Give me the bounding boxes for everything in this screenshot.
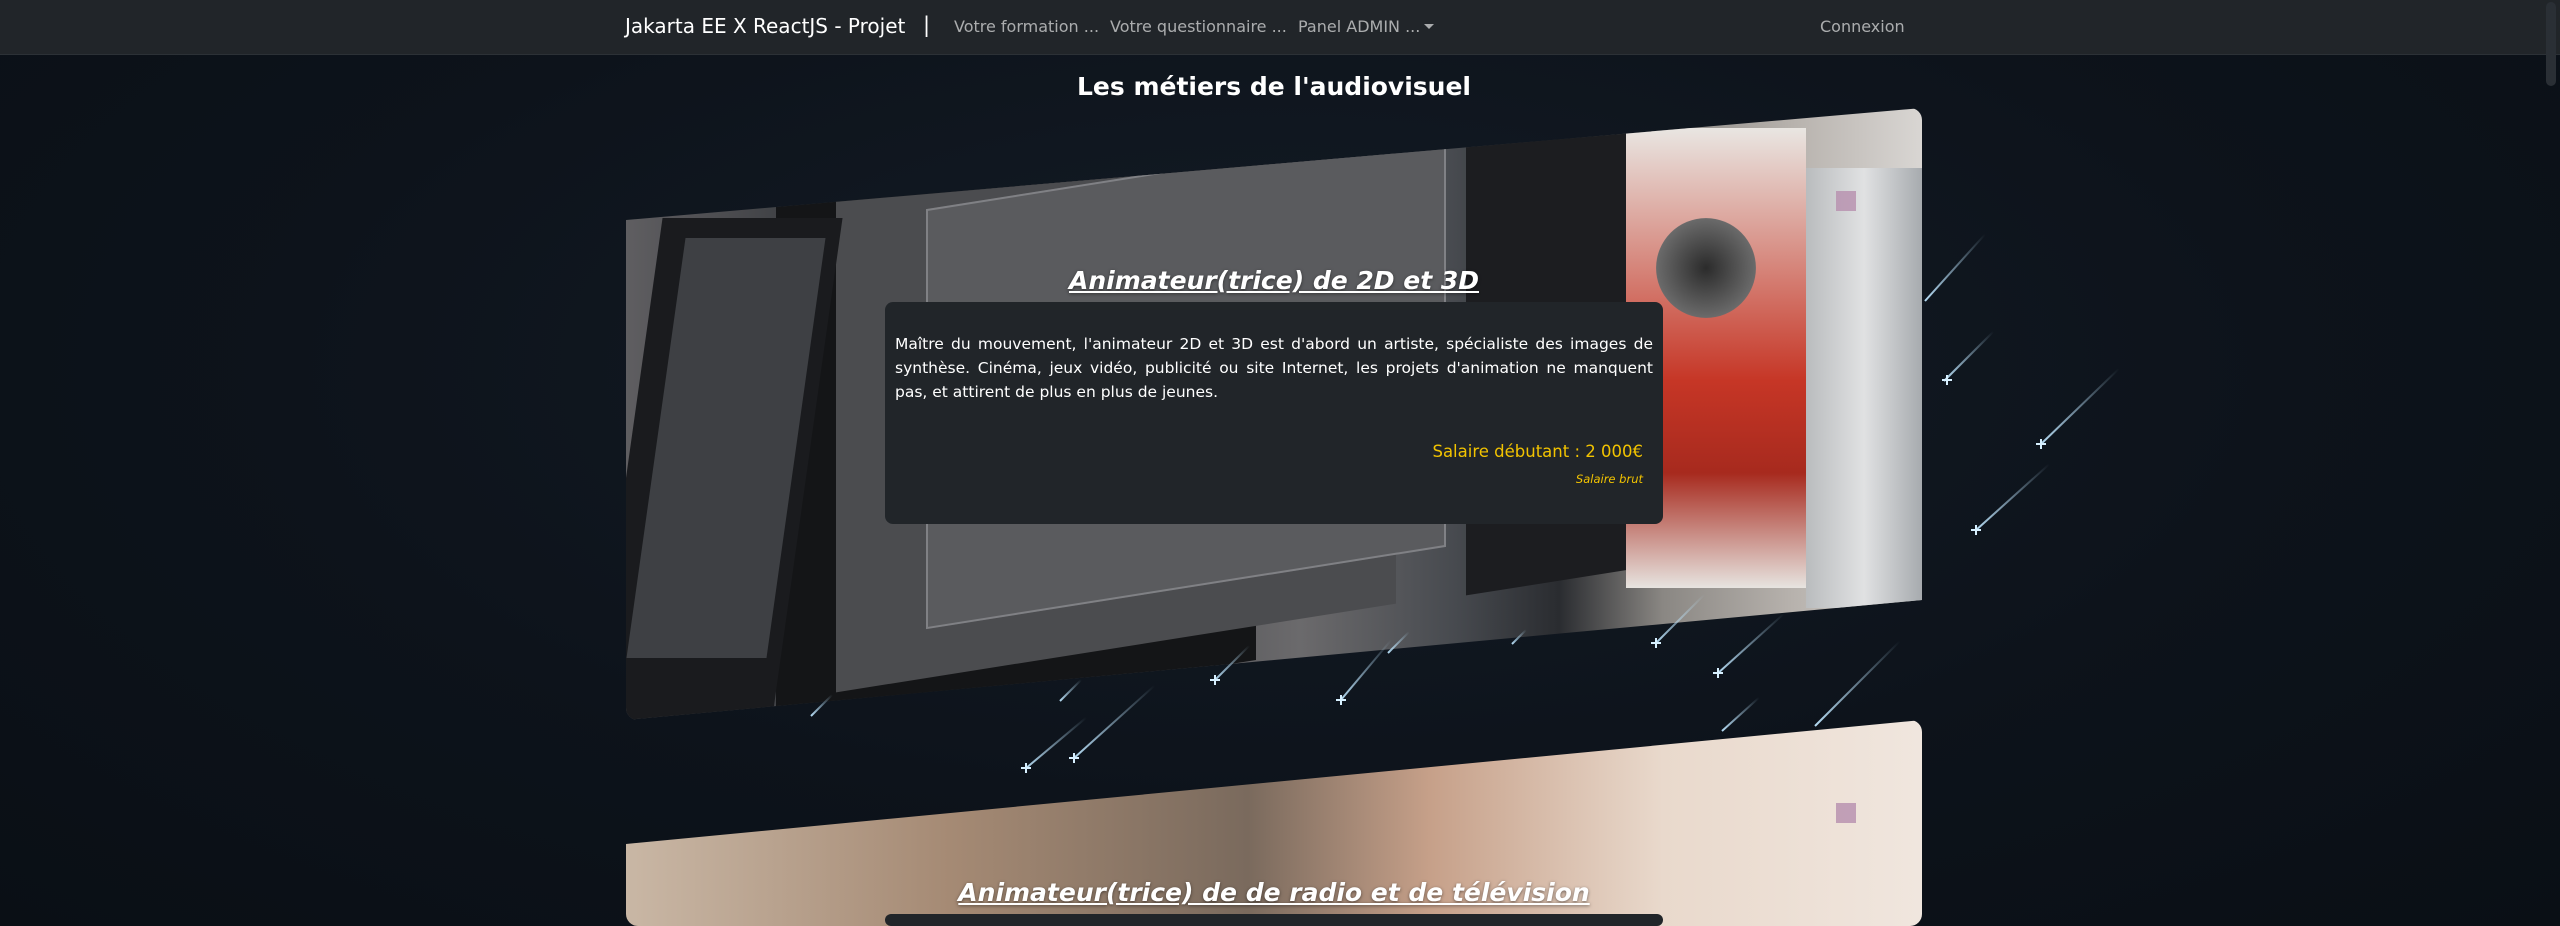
- decorative-square: [1836, 191, 1856, 211]
- shooting-star: [2039, 367, 2120, 446]
- brand-separator: |: [923, 13, 931, 37]
- shooting-star: [1072, 684, 1156, 760]
- job-info-box: [885, 914, 1663, 926]
- brand-link[interactable]: Jakarta EE X ReactJS - Projet: [625, 14, 905, 38]
- caret-down-icon: [1424, 23, 1435, 29]
- sparkle-icon: [1651, 638, 1661, 648]
- sparkle-icon: [1336, 695, 1346, 705]
- nav-link-questionnaire[interactable]: Votre questionnaire ...: [1110, 17, 1287, 36]
- job-description: Maître du mouvement, l'animateur 2D et 3…: [895, 335, 1653, 401]
- glass-shape: [1806, 168, 1922, 608]
- top-navbar: Jakarta EE X ReactJS - Projet | Votre fo…: [0, 0, 2560, 55]
- nav-dropdown-admin[interactable]: Panel ADMIN ...: [1298, 17, 1435, 36]
- shooting-star: [1924, 233, 1986, 302]
- job-salary: Salaire débutant : 2 000€: [1432, 442, 1643, 461]
- job-salary-note: Salaire brut: [1575, 472, 1643, 486]
- job-info-box: Maître du mouvement, l'animateur 2D et 3…: [885, 302, 1663, 524]
- job-title: Animateur(trice) de 2D et 3D: [1068, 266, 1479, 295]
- shooting-star: [1716, 613, 1785, 675]
- shooting-star: [1059, 679, 1082, 702]
- job-title: Animateur(trice) de de radio et de télév…: [958, 878, 1590, 907]
- nav-dropdown-admin-label: Panel ADMIN ...: [1298, 17, 1421, 36]
- nav-link-formation[interactable]: Votre formation ...: [954, 17, 1099, 36]
- shooting-star: [1814, 640, 1901, 727]
- sparkle-icon: [1210, 675, 1220, 685]
- decorative-square: [1836, 803, 1856, 823]
- sparkle-icon: [1069, 753, 1079, 763]
- sparkle-icon: [1971, 525, 1981, 535]
- sparkle-icon: [1942, 375, 1952, 385]
- sparkle-icon: [1021, 763, 1031, 773]
- login-link[interactable]: Connexion: [1820, 17, 1905, 36]
- shooting-star: [1974, 463, 2050, 532]
- page-title: Les métiers de l'audiovisuel: [1076, 72, 1472, 101]
- shooting-star: [1721, 696, 1760, 732]
- sparkle-icon: [2036, 439, 2046, 449]
- sparkle-icon: [1713, 668, 1723, 678]
